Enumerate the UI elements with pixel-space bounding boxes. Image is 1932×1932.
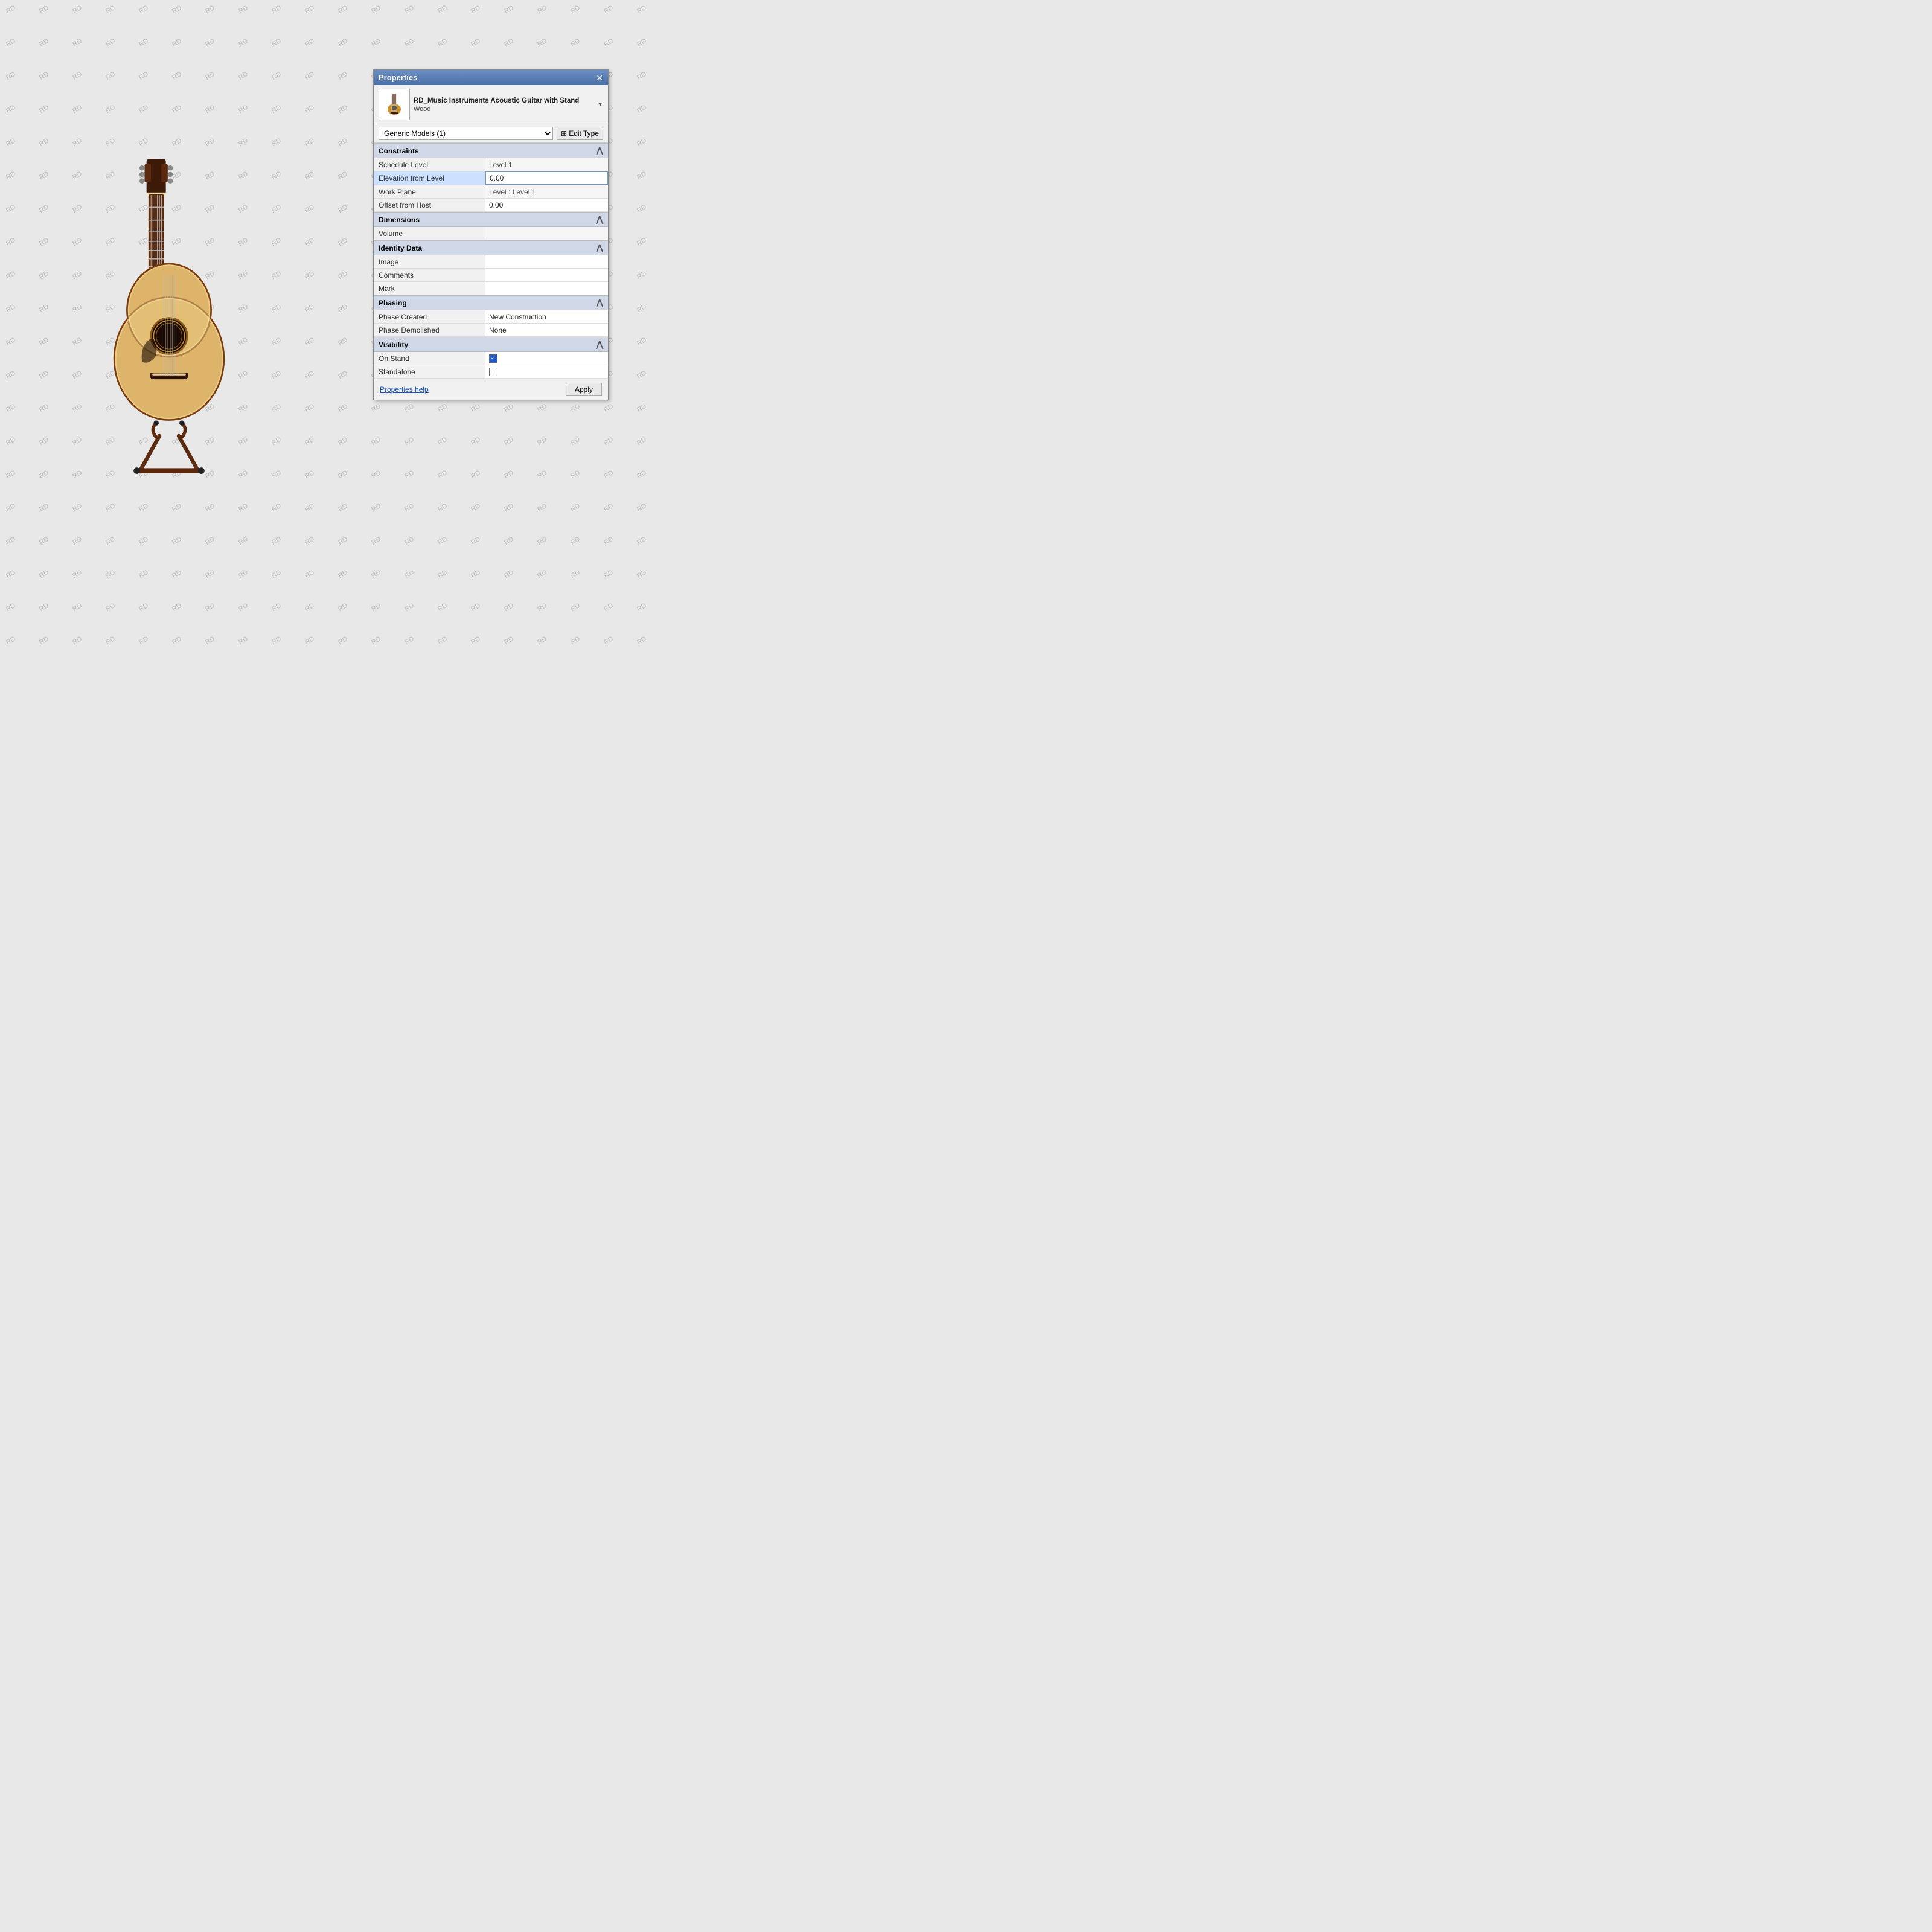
visibility-collapse-icon[interactable]: ⋀ — [597, 339, 603, 350]
on-stand-row: On Stand ✓ — [374, 352, 608, 365]
phase-created-row: Phase Created New Construction — [374, 310, 608, 324]
properties-help-link[interactable]: Properties help — [380, 385, 429, 394]
offset-from-host-label: Offset from Host — [374, 199, 485, 211]
visibility-section-header[interactable]: Visibility ⋀ — [374, 337, 608, 352]
identity-data-section-header[interactable]: Identity Data ⋀ — [374, 240, 608, 255]
guitar-svg — [72, 151, 266, 489]
type-material: Wood — [414, 106, 593, 113]
on-stand-label: On Stand — [374, 352, 485, 365]
category-dropdown[interactable]: Generic Models (1) — [379, 127, 553, 140]
elevation-from-level-row: Elevation from Level 0.00 — [374, 171, 608, 185]
dimensions-section-header[interactable]: Dimensions ⋀ — [374, 212, 608, 227]
edit-type-button[interactable]: ⊞ Edit Type — [557, 127, 603, 140]
constraints-section-header[interactable]: Constraints ⋀ — [374, 143, 608, 158]
type-dropdown-arrow[interactable]: ▼ — [597, 101, 603, 108]
standalone-checkbox[interactable] — [489, 368, 497, 376]
phasing-collapse-icon[interactable]: ⋀ — [597, 298, 603, 308]
panel-titlebar: Properties ✕ — [374, 70, 608, 85]
comments-value[interactable] — [485, 269, 608, 281]
standalone-label: Standalone — [374, 365, 485, 378]
dimensions-collapse-icon[interactable]: ⋀ — [597, 214, 603, 225]
category-row: Generic Models (1) ⊞ Edit Type — [374, 124, 608, 143]
work-plane-label: Work Plane — [374, 185, 485, 198]
phase-demolished-row: Phase Demolished None — [374, 324, 608, 337]
schedule-level-value: Level 1 — [485, 158, 608, 171]
properties-panel: Properties ✕ RD_Music Instruments Acoust… — [373, 69, 609, 400]
visibility-label: Visibility — [379, 341, 408, 349]
comments-label: Comments — [374, 269, 485, 281]
type-name: RD_Music Instruments Acoustic Guitar wit… — [414, 96, 593, 106]
phasing-section-header[interactable]: Phasing ⋀ — [374, 295, 608, 310]
phase-demolished-label: Phase Demolished — [374, 324, 485, 336]
image-row: Image — [374, 255, 608, 269]
apply-button[interactable]: Apply — [566, 383, 602, 396]
image-value — [485, 255, 608, 268]
volume-row: Volume — [374, 227, 608, 240]
dimensions-label: Dimensions — [379, 216, 420, 224]
standalone-row: Standalone — [374, 365, 608, 379]
edit-type-icon: ⊞ — [561, 129, 567, 138]
constraints-label: Constraints — [379, 147, 419, 155]
phase-created-value: New Construction — [485, 310, 608, 323]
guitar-image-area — [72, 151, 266, 489]
comments-row: Comments — [374, 269, 608, 282]
elevation-from-level-value[interactable]: 0.00 — [485, 171, 608, 185]
elevation-from-level-label: Elevation from Level — [374, 171, 485, 185]
volume-value — [485, 227, 608, 240]
volume-label: Volume — [374, 227, 485, 240]
type-info: RD_Music Instruments Acoustic Guitar wit… — [414, 96, 593, 113]
phase-demolished-value: None — [485, 324, 608, 336]
constraints-collapse-icon[interactable]: ⋀ — [597, 146, 603, 156]
work-plane-value: Level : Level 1 — [485, 185, 608, 198]
panel-footer: Properties help Apply — [374, 379, 608, 400]
type-thumbnail — [379, 89, 410, 120]
image-label: Image — [374, 255, 485, 268]
mark-row: Mark — [374, 282, 608, 295]
mark-value[interactable] — [485, 282, 608, 295]
offset-from-host-row: Offset from Host 0.00 — [374, 199, 608, 212]
schedule-level-row: Schedule Level Level 1 — [374, 158, 608, 171]
identity-data-collapse-icon[interactable]: ⋀ — [597, 243, 603, 253]
work-plane-row: Work Plane Level : Level 1 — [374, 185, 608, 199]
mark-label: Mark — [374, 282, 485, 295]
type-selector-area: RD_Music Instruments Acoustic Guitar wit… — [374, 85, 608, 124]
on-stand-value[interactable]: ✓ — [485, 352, 608, 365]
offset-from-host-value: 0.00 — [485, 199, 608, 211]
close-button[interactable]: ✕ — [596, 74, 603, 82]
standalone-value[interactable] — [485, 365, 608, 378]
panel-title: Properties — [379, 73, 417, 82]
properties-sections: Constraints ⋀ Schedule Level Level 1 Ele… — [374, 143, 608, 379]
identity-data-label: Identity Data — [379, 244, 422, 252]
schedule-level-label: Schedule Level — [374, 158, 485, 171]
phasing-label: Phasing — [379, 299, 407, 307]
phase-created-label: Phase Created — [374, 310, 485, 323]
edit-type-label: Edit Type — [569, 129, 599, 138]
on-stand-checkbox[interactable]: ✓ — [489, 354, 497, 363]
